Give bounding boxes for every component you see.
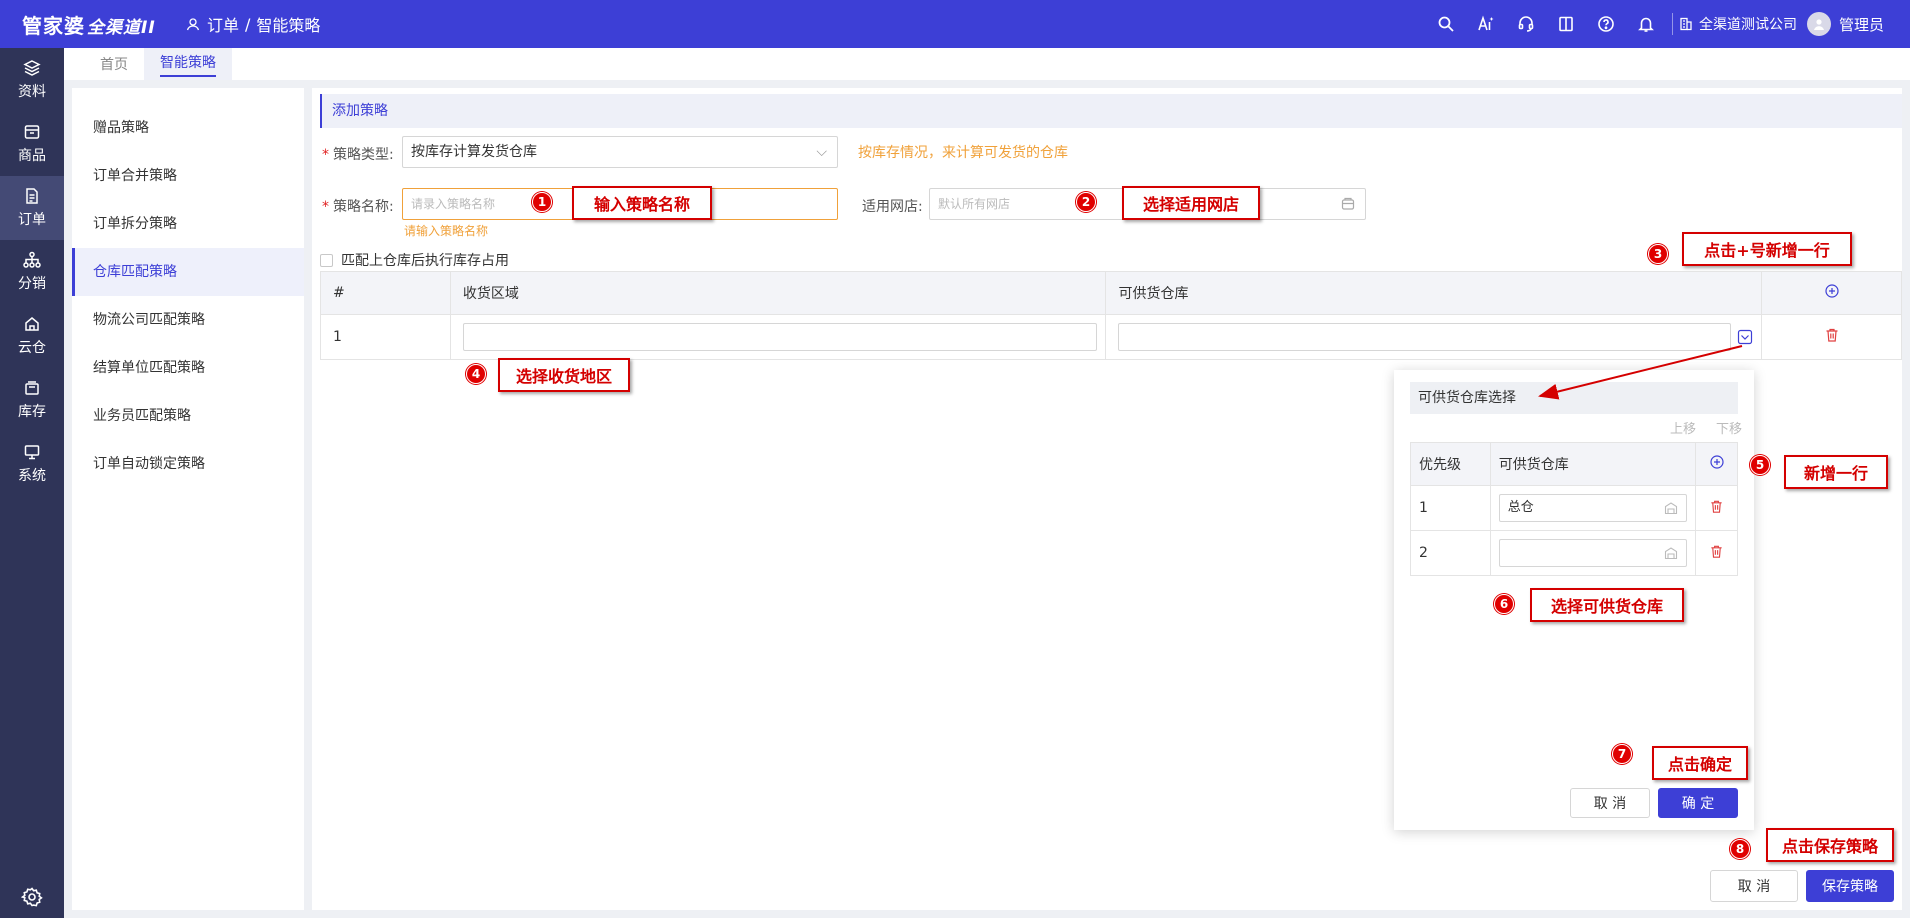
- callout-add-row: 点击+号新增一行: [1682, 232, 1852, 266]
- callout-enter-name: 输入策略名称: [572, 186, 712, 220]
- step-number-1: 1: [532, 192, 552, 212]
- annotation-arrow-layer: [1538, 345, 1743, 400]
- step-number-3: 3: [1648, 244, 1668, 264]
- step-number-5: 5: [1750, 455, 1770, 475]
- callout-select-warehouse: 选择可供货仓库: [1530, 588, 1684, 622]
- step-number-6: 6: [1494, 594, 1514, 614]
- step-number-7: 7: [1612, 744, 1632, 764]
- callout-save-strategy: 点击保存策略: [1766, 828, 1894, 862]
- step-number-8: 8: [1730, 839, 1750, 859]
- callout-click-confirm: 点击确定: [1652, 746, 1748, 780]
- callout-select-shop: 选择适用网店: [1122, 186, 1260, 220]
- annotation-arrow: [1538, 345, 1743, 400]
- step-number-2: 2: [1076, 192, 1096, 212]
- callout-select-region: 选择收货地区: [498, 358, 630, 392]
- callout-new-row: 新增一行: [1784, 455, 1888, 489]
- step-number-4: 4: [466, 364, 486, 384]
